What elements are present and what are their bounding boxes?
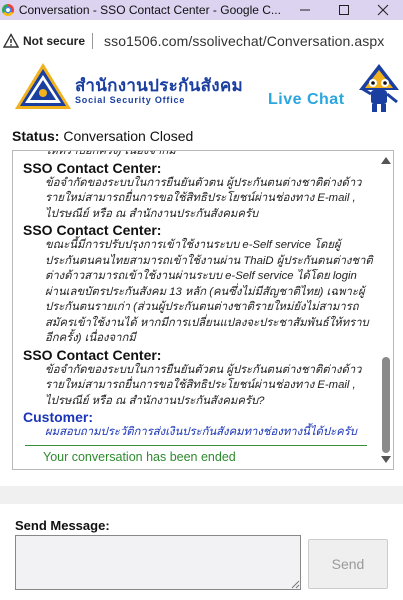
message-item: SSO Contact Center: ข้อจำกัดของระบบในการ… bbox=[13, 347, 379, 410]
resize-grip-icon[interactable] bbox=[290, 579, 300, 589]
message-text: ให้ทราบอีกครั้ง) เนื่องจากมี bbox=[45, 151, 176, 157]
message-text: ข้อจำกัดของระบบในการยืนยันตัวตน ผู้ประกั… bbox=[45, 176, 362, 220]
status-label: Status: bbox=[12, 128, 60, 144]
message-sender: Customer: bbox=[23, 409, 94, 425]
message-item: ให้ทราบอีกครั้ง) เนื่องจากมี bbox=[13, 151, 379, 160]
message-item: Customer: ผมสอบถามประวัติการส่งเงินประกั… bbox=[13, 409, 379, 441]
window-title: Conversation - SSO Contact Center - Goog… bbox=[18, 3, 281, 17]
message-text: ข้อจำกัดของระบบในการยืนยันตัวตน ผู้ประกั… bbox=[45, 363, 362, 407]
minimize-button[interactable] bbox=[285, 0, 324, 20]
divider bbox=[25, 444, 367, 446]
scrollbar[interactable] bbox=[379, 151, 393, 469]
sso-logo bbox=[15, 63, 71, 109]
message-item: SSO Contact Center: ขณะนี้มีการปรับปรุงก… bbox=[13, 222, 379, 347]
mascot-icon bbox=[359, 64, 399, 112]
message-sender: SSO Contact Center: bbox=[23, 222, 162, 238]
minimize-icon bbox=[299, 9, 310, 11]
message-input[interactable] bbox=[15, 535, 301, 590]
scroll-down-arrow-icon[interactable] bbox=[381, 456, 391, 463]
conversation-status: Status: Conversation Closed bbox=[12, 128, 193, 144]
section-divider bbox=[0, 486, 403, 504]
send-button[interactable]: Send bbox=[308, 539, 388, 589]
window-title-bar: Conversation - SSO Contact Center - Goog… bbox=[0, 0, 403, 20]
url-text[interactable]: sso1506.com/ssolivechat/Conversation.asp… bbox=[104, 33, 384, 49]
scroll-up-arrow-icon[interactable] bbox=[381, 157, 391, 164]
status-value: Conversation Closed bbox=[63, 128, 194, 144]
live-chat-label: Live Chat bbox=[268, 91, 345, 108]
message-sender: SSO Contact Center: bbox=[23, 159, 162, 176]
close-button[interactable] bbox=[364, 0, 403, 20]
message-text: ขณะนี้มีการปรับปรุงการเข้าใช้งานระบบ e-S… bbox=[45, 239, 373, 344]
message-text: ผมสอบถามประวัติการส่งเงินประกันสังคมทางช… bbox=[45, 426, 357, 438]
message-sender: SSO Contact Center: bbox=[23, 346, 162, 363]
conversation-viewport: ให้ทราบอีกครั้ง) เนื่องจากมี SSO Contact… bbox=[13, 151, 379, 469]
scrollbar-thumb[interactable] bbox=[382, 357, 390, 453]
org-name-english: Social Security Office bbox=[75, 95, 186, 105]
maximize-icon bbox=[338, 5, 349, 15]
address-separator bbox=[92, 33, 94, 49]
address-bar[interactable]: Not secure sso1506.com/ssolivechat/Conve… bbox=[0, 28, 403, 54]
conversation-panel[interactable]: ให้ทราบอีกครั้ง) เนื่องจากมี SSO Contact… bbox=[12, 150, 394, 470]
close-icon bbox=[377, 4, 389, 16]
conversation-ended-notice: Your conversation has been ended bbox=[43, 449, 236, 464]
message-list: ให้ทราบอีกครั้ง) เนื่องจากมี SSO Contact… bbox=[13, 151, 379, 464]
send-message-label: Send Message: bbox=[15, 518, 110, 533]
maximize-button[interactable] bbox=[324, 0, 363, 20]
page-header: สำนักงานประกันสังคม Social Security Offi… bbox=[0, 58, 403, 120]
security-indicator[interactable]: Not secure bbox=[23, 34, 85, 48]
message-item: SSO Contact Center: ข้อจำกัดของระบบในการ… bbox=[13, 160, 379, 223]
warning-icon[interactable] bbox=[3, 33, 19, 49]
chrome-icon bbox=[2, 4, 14, 16]
